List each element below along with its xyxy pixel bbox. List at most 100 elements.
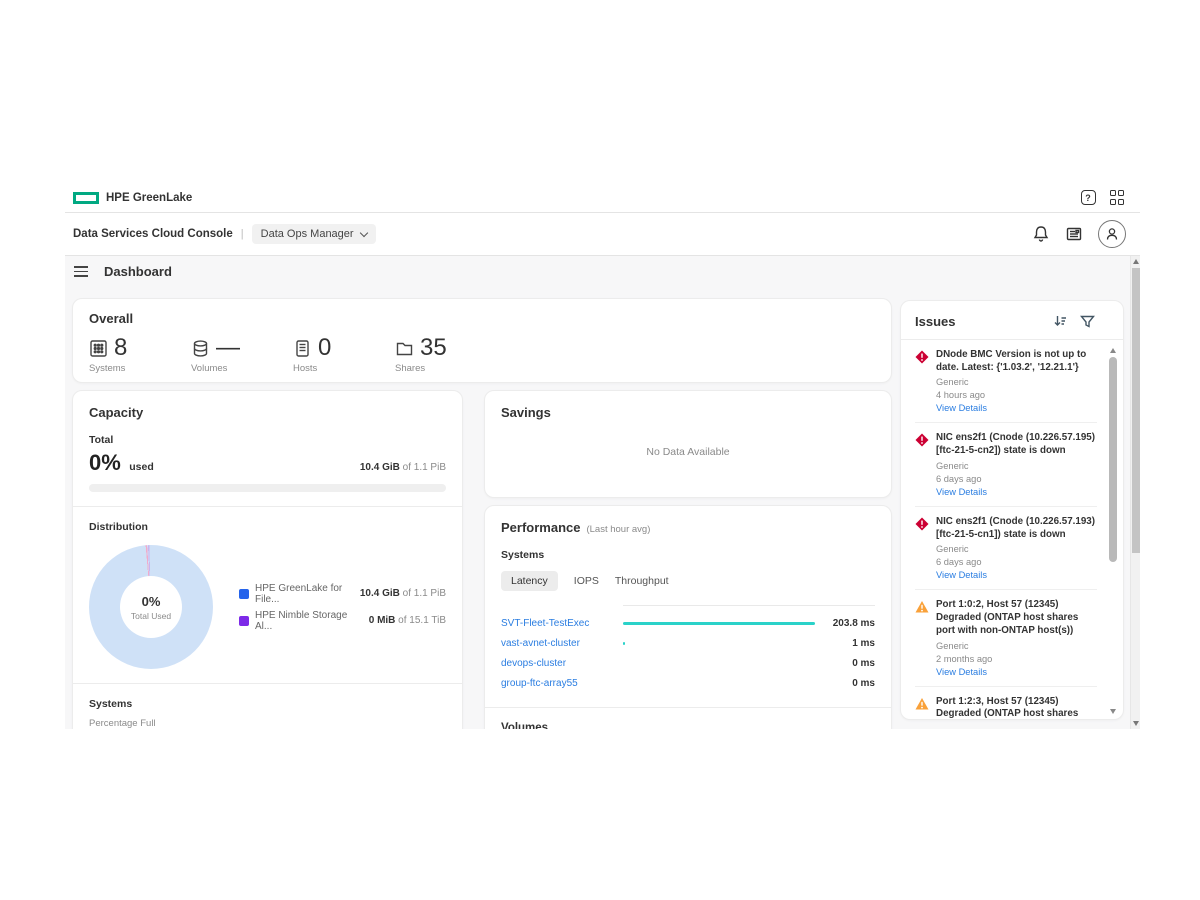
issue-category: Generic [936,641,1097,651]
whats-new-icon[interactable] [1065,225,1083,243]
issue-item: NIC ens2f1 (Cnode (10.226.57.193) [ftc-2… [915,506,1097,580]
donut-center-value: 0% [142,594,161,609]
issue-category: Generic [936,377,1097,387]
latency-bar [623,622,815,625]
latency-value: 203.8 ms [819,618,875,629]
view-details-link[interactable]: View Details [936,403,1097,413]
systems-icon [89,339,108,358]
workspace-selector[interactable]: Data Ops Manager [252,224,376,244]
scrollbar-thumb[interactable] [1132,268,1140,553]
view-details-link[interactable]: View Details [936,570,1097,580]
warning-icon [915,600,929,614]
legend-item: HPE GreenLake for File... 10.4 GiB of 1.… [239,583,446,605]
performance-subtitle: (Last hour avg) [586,524,650,535]
stat-label: Hosts [293,363,353,374]
capacity-total-label: Total [89,434,446,446]
brand[interactable]: HPE GreenLake [73,192,192,204]
notifications-bell-icon[interactable] [1032,225,1050,243]
overall-title: Overall [89,311,875,326]
stat-value: 35 [420,336,447,360]
perf-row: group-ftc-array55 0 ms [501,673,875,693]
view-details-link[interactable]: View Details [936,487,1097,497]
scrollbar-thumb[interactable] [1109,357,1117,562]
issue-time: 6 days ago [936,474,1097,484]
tab-throughput[interactable]: Throughput [615,571,669,591]
console-title: Data Services Cloud Console [73,228,233,240]
issues-panel: Issues DNode BMC Version is not up to da… [900,300,1124,720]
scroll-up-icon[interactable] [1110,348,1116,353]
capacity-donut-chart: 0% Total Used [89,545,213,669]
latency-value: 0 ms [819,658,875,669]
issue-item: Port 1:2:3, Host 57 (12345) Degraded (ON… [915,686,1097,720]
person-icon [1104,226,1120,242]
hpe-logo-icon [73,192,99,204]
performance-card: Performance (Last hour avg) Systems Late… [484,505,892,729]
tab-latency[interactable]: Latency [501,571,558,591]
user-avatar[interactable] [1098,220,1126,248]
legend-name: HPE Nimble Storage Al... [255,610,359,632]
hosts-icon [293,339,312,358]
stat-label: Systems [89,363,149,374]
savings-card: Savings No Data Available [484,390,892,498]
tab-iops[interactable]: IOPS [574,571,599,591]
issue-category: Generic [936,461,1097,471]
scroll-up-icon[interactable] [1133,259,1139,264]
filter-funnel-icon[interactable] [1080,314,1095,329]
scroll-down-icon[interactable] [1110,709,1116,714]
stat-hosts: 0 Hosts [293,336,353,374]
legend-name: HPE GreenLake for File... [255,583,350,605]
system-link[interactable]: group-ftc-array55 [501,678,623,689]
capacity-title: Capacity [89,405,446,420]
capacity-percent: 0% [89,450,121,475]
stat-value: — [216,336,240,360]
system-link[interactable]: SVT-Fleet-TestExec [501,618,623,629]
sort-icon[interactable] [1053,314,1068,329]
performance-systems-label: Systems [501,549,875,561]
issue-time: 2 months ago [936,654,1097,664]
issue-item: Port 1:0:2, Host 57 (12345) Degraded (ON… [915,589,1097,676]
capacity-card: Capacity Total 0% used 10.4 GiB of 1.1 P… [72,390,463,729]
issues-title: Issues [915,314,955,329]
global-header: HPE GreenLake ? [65,183,1140,213]
stat-volumes: — Volumes [191,336,251,374]
warning-icon [915,697,929,711]
issue-time: 4 hours ago [936,390,1097,400]
critical-icon [915,433,929,447]
latency-value: 1 ms [819,638,875,649]
issue-title: NIC ens2f1 (Cnode (10.226.57.193) [ftc-2… [936,516,1097,541]
menu-hamburger-icon[interactable] [74,266,88,277]
critical-icon [915,517,929,531]
system-link[interactable]: devops-cluster [501,658,623,669]
help-icon[interactable]: ? [1081,190,1096,205]
scroll-down-icon[interactable] [1133,721,1139,726]
volumes-section-title: Volumes [501,722,875,729]
issue-category: Generic [936,544,1097,554]
issues-list: DNode BMC Version is not up to date. Lat… [901,340,1123,720]
system-link[interactable]: vast-avnet-cluster [501,638,623,649]
perf-row: vast-avnet-cluster 1 ms [501,633,875,653]
latency-bar-chart: SVT-Fleet-TestExec 203.8 ms vast-avnet-c… [501,613,875,693]
issue-item: DNode BMC Version is not up to date. Lat… [915,349,1097,413]
capacity-amount: 10.4 GiB of 1.1 PiB [360,462,446,473]
workspace-label: Data Ops Manager [261,228,354,240]
brand-title: HPE GreenLake [106,192,192,204]
shares-icon [395,339,414,358]
separator: | [241,228,244,240]
stat-label: Volumes [191,363,251,374]
savings-title: Savings [501,405,875,420]
issues-scrollbar[interactable] [1109,348,1118,714]
console-header: Data Services Cloud Console | Data Ops M… [65,213,1140,256]
stat-value: 8 [114,336,127,360]
overall-card: Overall 8 Systems — Volumes [72,298,892,383]
legend-swatch-purple [239,616,249,626]
page-scrollbar[interactable] [1130,256,1140,729]
issue-title: DNode BMC Version is not up to date. Lat… [936,349,1097,374]
percentage-full-label: Percentage Full [89,718,446,729]
issue-title: NIC ens2f1 (Cnode (10.226.57.195) [ftc-2… [936,432,1097,457]
main-content: Dashboard Overall 8 Systems — [65,256,1140,729]
latency-value: 0 ms [819,678,875,689]
distribution-title: Distribution [89,521,446,533]
stat-value: 0 [318,336,331,360]
apps-grid-icon[interactable] [1110,190,1125,205]
view-details-link[interactable]: View Details [936,667,1097,677]
